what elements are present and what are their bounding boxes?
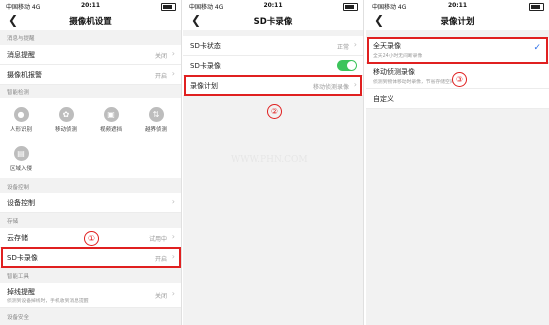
camera-alarm-row[interactable]: 摄像机报警 开启 › [0,65,181,85]
status-bar: 中国移动 4G 20:11 [366,0,549,12]
dropline-reminder-row[interactable]: 掉线提醒 侦测到设备掉线时，手机收到消息提醒 关闭 › [0,283,181,308]
plan-option-custom[interactable]: 自定义 [366,89,549,109]
plan-motion-desc: 侦测到物体移动时录像，节省存储空间 [373,80,455,85]
smart-item-label: 越界侦测 [144,127,167,133]
smart-item-occlusion[interactable]: ▣ 视频遮挡 [92,107,130,133]
device-control-label: 设备控制 [7,199,35,207]
smart-item-label: 视频遮挡 [99,127,122,133]
chevron-right-icon: › [171,289,175,298]
clock: 20:11 [263,2,283,9]
sd-record-toggle-label: SD卡录像 [190,62,221,70]
chevron-right-icon: › [353,40,357,49]
highlight-box [367,37,548,64]
highlight-box [184,75,362,96]
smart-item-region[interactable]: ▤ 区域入侵 [2,146,40,172]
watermark: WWW.PHN.COM [231,155,308,165]
smart-item-motion[interactable]: ✿ 移动侦测 [47,107,85,133]
smart-item-label: 移动侦测 [54,127,77,133]
device-control-row[interactable]: 设备控制 › [0,193,181,213]
nav-bar: ❮ 摄像机设置 [0,12,181,30]
cloud-storage-value: 试用中 [148,236,167,243]
chevron-right-icon: › [171,49,175,58]
chevron-right-icon: › [171,232,175,241]
plan-motion-label: 移动侦测录像 [373,68,415,76]
dropline-desc: 侦测到设备掉线时，手机收到消息提醒 [7,299,89,304]
step-marker-3: ③ [452,72,467,87]
status-bar: 中国移动 4G 20:11 [183,0,363,12]
person-icon: ● [13,107,29,122]
message-reminder-label: 消息提醒 [7,51,35,59]
step-marker-2: ② [267,104,282,119]
section-security-label: 设备安全 [7,315,30,321]
plan-custom-label: 自定义 [373,95,394,103]
sd-status-value: 正常 [336,44,349,51]
battery-icon [529,3,544,11]
boundary-icon: ⇅ [148,107,164,122]
occlusion-icon: ▣ [103,107,119,122]
section-device-label: 设备控制 [7,185,30,191]
sd-status-label: SD卡状态 [190,42,221,50]
sd-record-toggle[interactable] [337,60,357,71]
region-icon: ▤ [13,146,29,161]
smart-item-person[interactable]: ● 人形识别 [2,107,40,133]
battery-icon [343,3,358,11]
cloud-storage-label: 云存储 [7,234,28,242]
smart-item-label: 区域入侵 [9,166,32,172]
step-marker-1: ① [84,231,99,246]
smart-item-label: 人形识别 [9,127,32,133]
sd-status-row[interactable]: SD卡状态 正常 › [183,36,363,56]
page-title: SD卡录像 [253,17,293,27]
message-reminder-row[interactable]: 消息提醒 关闭 › [0,45,181,65]
motion-icon: ✿ [58,107,74,122]
camera-alarm-label: 摄像机报警 [7,71,42,79]
smart-item-boundary[interactable]: ⇅ 越界侦测 [137,107,175,133]
camera-settings-screen: 中国移动 4G 20:11 ❮ 摄像机设置 消息与提醒 消息提醒 关闭 › 摄像… [0,0,182,325]
highlight-box [1,247,181,268]
section-tools-label: 智能工具 [7,274,30,280]
chevron-right-icon: › [171,197,175,206]
chevron-right-icon: › [171,69,175,78]
section-message-label: 消息与提醒 [7,36,35,42]
section-smart-label: 智能检测 [7,90,30,96]
sd-record-screen: 中国移动 4G 20:11 ❮ SD卡录像 SD卡状态 正常 › SD卡录像 录… [183,0,364,325]
smart-detect-grid: ● 人形识别 ✿ 移动侦测 ▣ 视频遮挡 ⇅ 越界侦测 ▤ 区域入侵 [0,98,181,178]
nav-bar: ❮ SD卡录像 [183,12,363,30]
dropline-value: 关闭 [154,293,167,300]
status-bar: 中国移动 4G 20:11 [0,0,181,12]
camera-alarm-value: 开启 [154,73,167,80]
clock: 20:11 [80,2,101,9]
page-title: 录像计划 [440,17,475,27]
section-storage-label: 存储 [7,219,19,225]
sd-record-toggle-row: SD卡录像 [183,56,363,76]
clock: 20:11 [447,2,468,9]
dropline-label: 掉线提醒 [7,288,35,296]
page-title: 摄像机设置 [69,17,112,27]
message-reminder-value: 关闭 [154,53,167,60]
nav-bar: ❮ 录像计划 [366,12,549,30]
battery-icon [161,3,176,11]
record-plan-screen: 中国移动 4G 20:11 ❮ 录像计划 全天录像 全天24小时无间断录像 ✓ … [366,0,549,325]
